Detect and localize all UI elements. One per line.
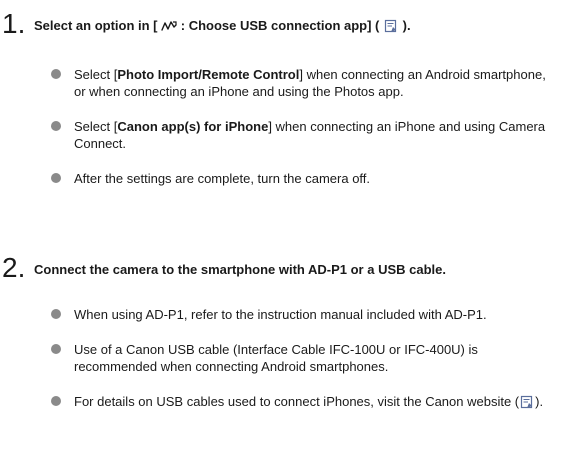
step-1-title-menu: : Choose USB connection app] (: [180, 18, 380, 33]
page-reference-icon[interactable]: [520, 395, 534, 409]
bullet-text: Use of a Canon USB cable (Interface Cabl…: [74, 342, 478, 374]
step-2-bullet-3: For details on USB cables used to connec…: [0, 393, 575, 410]
step-1: 1. Select an option in [ : Choose USB co…: [0, 0, 575, 187]
bullet-dot: [51, 69, 61, 79]
bullet-dot: [51, 309, 61, 319]
bullet-text: For details on USB cables used to connec…: [74, 394, 520, 409]
bullet-text: ).: [535, 394, 544, 409]
bullet-dot: [51, 121, 61, 131]
step-2-number: 2.: [2, 252, 26, 283]
step-1-title-prefix: Select an option in [: [34, 18, 158, 33]
bullet-dot: [51, 344, 61, 354]
step-2-bullet-1: When using AD-P1, refer to the instructi…: [0, 306, 575, 323]
step-2-title: Connect the camera to the smartphone wit…: [34, 262, 446, 277]
step-1-bullet-1: Select [Photo Import/Remote Control] whe…: [0, 66, 575, 100]
option-canon-apps-for-iphone: Canon app(s) for iPhone: [117, 119, 269, 134]
bullet-text: When using AD-P1, refer to the instructi…: [74, 307, 487, 322]
step-1-title-suffix: ).: [402, 18, 411, 33]
bullet-dot: [51, 396, 61, 406]
usb-connection-icon: [161, 21, 177, 31]
step-1-bullet-3: After the settings are complete, turn th…: [0, 170, 575, 187]
page-reference-icon[interactable]: [384, 19, 398, 33]
bullet-dot: [51, 173, 61, 183]
option-photo-import-remote-control: Photo Import/Remote Control: [117, 67, 300, 82]
step-2: 2. Connect the camera to the smartphone …: [0, 244, 575, 410]
step-2-bullet-2: Use of a Canon USB cable (Interface Cabl…: [0, 341, 575, 375]
step-1-header: 1. Select an option in [ : Choose USB co…: [0, 0, 575, 40]
bullet-text: Select [: [74, 67, 118, 82]
bullet-text: After the settings are complete, turn th…: [74, 171, 371, 186]
step-1-bullet-2: Select [Canon app(s) for iPhone] when co…: [0, 118, 575, 152]
step-1-number: 1.: [2, 8, 26, 39]
step-1-bullet-list: Select [Photo Import/Remote Control] whe…: [0, 66, 575, 205]
step-1-title: Select an option in [ : Choose USB conne…: [34, 18, 411, 34]
bullet-text: Select [: [74, 119, 118, 134]
step-2-bullet-list: When using AD-P1, refer to the instructi…: [0, 306, 575, 428]
step-2-header: 2. Connect the camera to the smartphone …: [0, 244, 575, 284]
